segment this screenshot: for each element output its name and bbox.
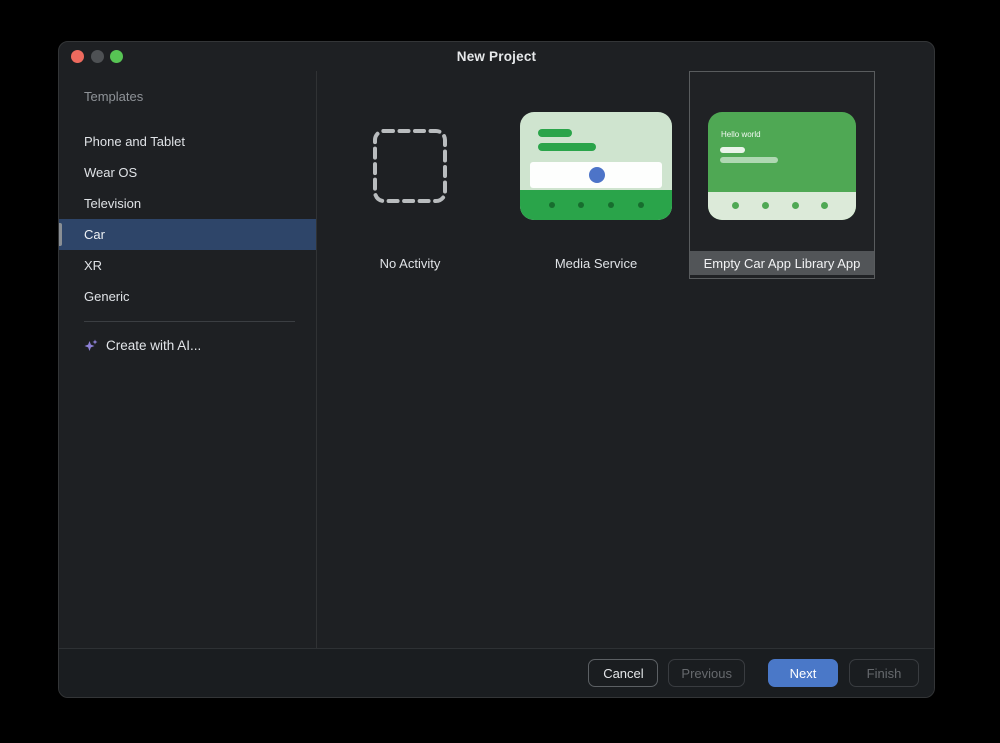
preview-bottom-bar — [520, 190, 672, 220]
sidebar-item-label: Wear OS — [84, 165, 137, 180]
template-card-label: Media Service — [504, 251, 688, 275]
sidebar-item-car[interactable]: Car — [59, 219, 316, 250]
next-button[interactable]: Next — [768, 659, 838, 687]
preview-text-bar — [538, 129, 572, 137]
template-card-label: No Activity — [318, 251, 502, 275]
preview-dot — [578, 202, 584, 208]
sidebar-item-create-with-ai[interactable]: Create with AI... — [59, 330, 316, 361]
sidebar-item-label: XR — [84, 258, 102, 273]
ai-sparkle-icon — [83, 338, 99, 354]
template-card-no-activity[interactable]: No Activity — [317, 71, 503, 279]
titlebar: New Project — [59, 42, 934, 71]
new-project-dialog: New Project Templates Phone and Tablet W… — [58, 41, 935, 698]
preview-text-bar — [538, 143, 596, 151]
selection-edge-marker — [59, 223, 62, 246]
sidebar-item-generic[interactable]: Generic — [59, 281, 316, 312]
preview-dot — [549, 202, 555, 208]
template-card-empty-car-app-library-app[interactable]: Hello world Empty Car App Library App — [689, 71, 875, 279]
sidebar-item-television[interactable]: Television — [59, 188, 316, 219]
preview-dot — [732, 202, 739, 209]
preview-bottom-bar — [708, 192, 856, 220]
preview-play-dot — [589, 167, 605, 183]
car-app-preview: Hello world — [708, 112, 856, 220]
template-card-media-service[interactable]: Media Service — [503, 71, 689, 279]
zoom-window-button[interactable] — [110, 50, 123, 63]
preview-dot — [821, 202, 828, 209]
sidebar-header: Templates — [59, 89, 316, 104]
templates-sidebar: Templates Phone and Tablet Wear OS Telev… — [59, 71, 317, 648]
dialog-title: New Project — [457, 49, 536, 64]
preview-dot — [792, 202, 799, 209]
minimize-window-button[interactable] — [91, 50, 104, 63]
sidebar-item-xr[interactable]: XR — [59, 250, 316, 281]
preview-text-bar — [720, 157, 778, 163]
sidebar-item-label: Generic — [84, 289, 130, 304]
previous-button[interactable]: Previous — [668, 659, 745, 687]
preview-text-bar — [720, 147, 745, 153]
sidebar-item-label: Phone and Tablet — [84, 134, 185, 149]
traffic-lights — [71, 50, 123, 63]
preview-dot — [638, 202, 644, 208]
dashed-square-icon — [372, 128, 448, 204]
close-window-button[interactable] — [71, 50, 84, 63]
dialog-footer: Cancel Previous Next Finish — [59, 648, 934, 697]
preview-dot — [762, 202, 769, 209]
sidebar-item-label: Television — [84, 196, 141, 211]
sidebar-item-wear-os[interactable]: Wear OS — [59, 157, 316, 188]
preview-dot — [608, 202, 614, 208]
ai-item-label: Create with AI... — [106, 338, 201, 353]
template-card-label: Empty Car App Library App — [690, 251, 874, 275]
media-service-preview — [520, 112, 672, 220]
sidebar-item-label: Car — [84, 227, 105, 242]
finish-button[interactable]: Finish — [849, 659, 919, 687]
preview-hello-text: Hello world — [721, 130, 761, 139]
sidebar-item-phone-and-tablet[interactable]: Phone and Tablet — [59, 126, 316, 157]
cancel-button[interactable]: Cancel — [588, 659, 658, 687]
template-gallery: No Activity — [317, 71, 934, 648]
sidebar-divider — [84, 321, 295, 322]
